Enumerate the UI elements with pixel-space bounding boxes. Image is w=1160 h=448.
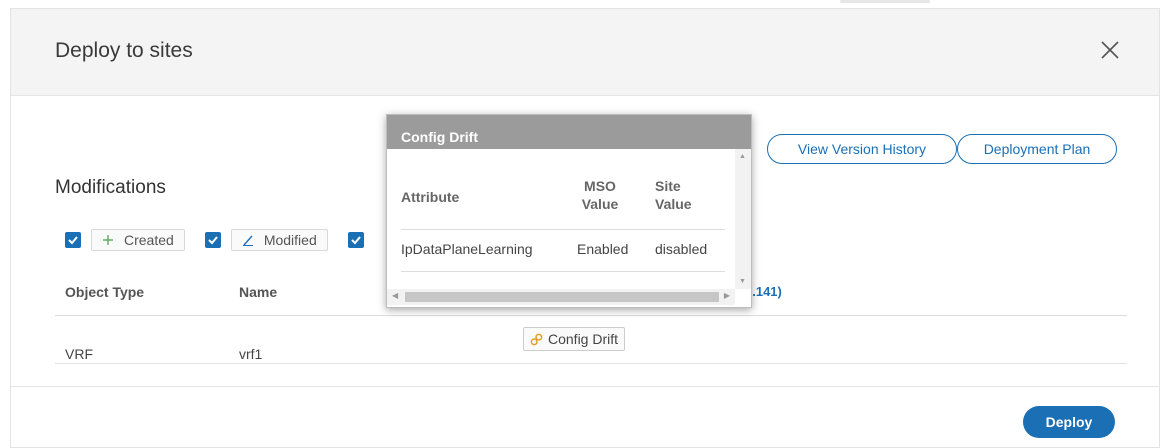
drift-column-attribute: Attribute <box>401 189 460 205</box>
row-name: vrf1 <box>239 346 263 362</box>
config-drift-popover: Config Drift Attribute MSO Value Site Va… <box>386 114 752 308</box>
scroll-left-icon[interactable]: ◀ <box>392 291 398 300</box>
config-drift-label: Config Drift <box>548 331 619 347</box>
row-object-type: VRF <box>65 346 93 362</box>
scroll-down-icon[interactable]: ▼ <box>739 278 746 285</box>
dialog-title: Deploy to sites <box>55 39 193 62</box>
divider <box>401 271 725 272</box>
section-title: Modifications <box>55 177 166 198</box>
pencil-icon <box>242 235 253 246</box>
created-label: Created <box>124 232 174 248</box>
vertical-scrollbar[interactable]: ▲ ▼ <box>735 149 751 289</box>
column-header-name: Name <box>239 284 278 300</box>
popover-title: Config Drift <box>387 115 751 149</box>
modified-tag: Modified <box>230 229 328 251</box>
scroll-right-icon[interactable]: ▶ <box>724 291 730 300</box>
modified-label: Modified <box>263 232 317 248</box>
dialog-header: Deploy to sites <box>11 9 1159 96</box>
legend: Created Modified <box>65 225 364 255</box>
deploy-button[interactable]: Deploy <box>1023 406 1115 438</box>
view-version-history-button[interactable]: View Version History <box>767 134 957 164</box>
drift-attribute-value: IpDataPlaneLearning <box>401 241 533 257</box>
column-header-object-type: Object Type <box>65 284 145 300</box>
divider <box>55 363 1127 364</box>
deleted-checkbox[interactable] <box>347 232 364 248</box>
drift-mso-value: Enabled <box>577 241 629 257</box>
config-drift-chip[interactable]: Config Drift <box>523 327 626 351</box>
created-tag: Created <box>91 229 185 251</box>
drift-column-mso-value: MSO Value <box>581 178 619 212</box>
background-element <box>840 0 930 3</box>
plus-icon <box>103 235 113 245</box>
created-checkbox[interactable] <box>65 232 81 248</box>
drift-site-value: disabled <box>655 241 708 257</box>
divider <box>55 315 1127 316</box>
scroll-up-icon[interactable]: ▲ <box>739 153 746 160</box>
close-icon[interactable] <box>1099 39 1121 61</box>
horizontal-scrollbar[interactable]: ◀ ▶ <box>387 289 735 305</box>
deployment-plan-button[interactable]: Deployment Plan <box>957 134 1117 164</box>
scrollbar-thumb[interactable] <box>405 292 719 302</box>
link-icon <box>530 333 543 345</box>
divider <box>401 229 725 230</box>
footer-divider <box>11 386 1159 387</box>
modified-checkbox[interactable] <box>204 232 221 248</box>
drift-column-site-value: Site Value <box>655 178 692 212</box>
